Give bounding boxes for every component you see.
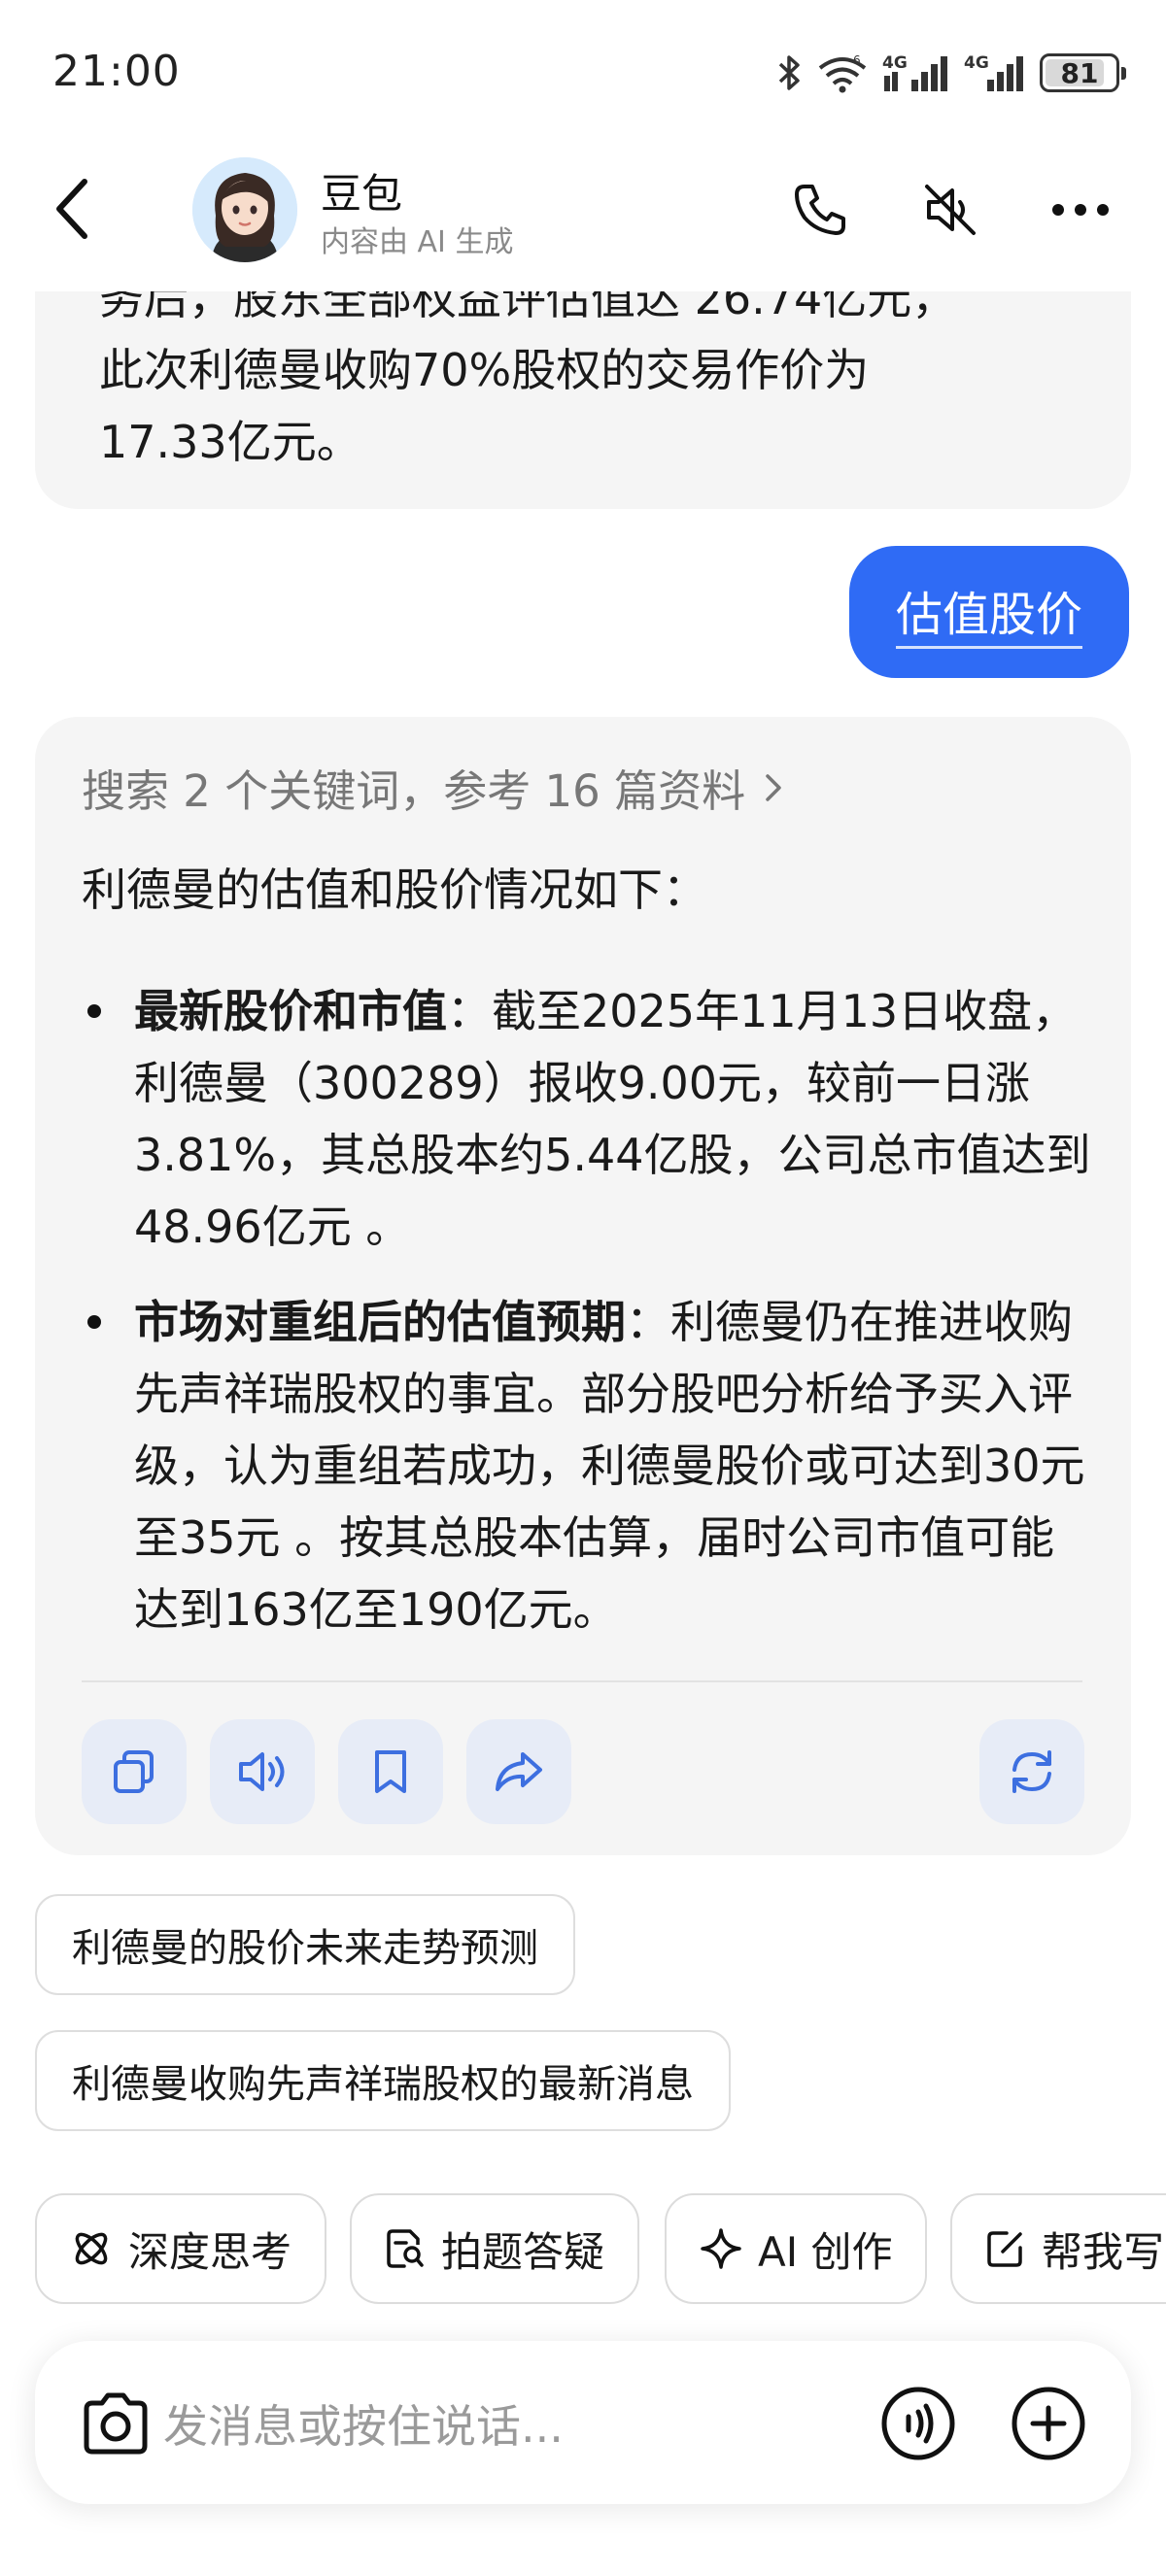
avatar[interactable] bbox=[192, 157, 297, 262]
tool-photo-question[interactable]: 拍题答疑 bbox=[350, 2193, 640, 2304]
regenerate-button[interactable] bbox=[979, 1719, 1084, 1824]
chat-title: 豆包 bbox=[321, 170, 403, 218]
copy-button[interactable] bbox=[82, 1719, 187, 1824]
svg-text:4G: 4G bbox=[964, 53, 989, 73]
sparkle-icon bbox=[701, 2228, 741, 2269]
reply-intro: 利德曼的估值和股价情况如下： bbox=[82, 864, 707, 916]
search-reference-link[interactable]: 搜索 2 个关键词，参考 16 篇资料 bbox=[82, 756, 784, 819]
suggested-question[interactable]: 利德曼的股价未来走势预测 bbox=[35, 1894, 575, 1995]
mute-icon bbox=[925, 185, 976, 235]
list-item: 最新股价和市值：截至2025年11月13日收盘，利德曼（300289）报收9.0… bbox=[82, 975, 1092, 1263]
user-message-bubble[interactable]: 估值股价 bbox=[848, 546, 1129, 678]
mute-button[interactable] bbox=[913, 173, 987, 247]
tool-label: 拍题答疑 bbox=[441, 2227, 605, 2276]
share-button[interactable] bbox=[466, 1719, 571, 1824]
previous-message-line: 此次利德曼收购70%股权的交易作价为 bbox=[99, 344, 870, 396]
chat-header: 豆包 内容由 AI 生成 bbox=[0, 146, 1166, 291]
tool-ai-create[interactable]: AI 创作 bbox=[665, 2193, 928, 2304]
suggested-question[interactable]: 利德曼收购先声祥瑞股权的最新消息 bbox=[35, 2030, 731, 2131]
status-icons: 6 4G 4G 81 bbox=[777, 51, 1126, 95]
battery-level: 81 bbox=[1060, 56, 1099, 89]
edit-icon bbox=[987, 2231, 1022, 2267]
chevron-right-icon bbox=[766, 773, 781, 801]
photo-search-icon bbox=[387, 2229, 424, 2268]
bookmark-button[interactable] bbox=[338, 1719, 443, 1824]
speaker-icon bbox=[239, 1752, 285, 1791]
call-button[interactable] bbox=[783, 173, 857, 247]
bluetooth-icon bbox=[778, 55, 800, 90]
more-button[interactable] bbox=[1044, 173, 1117, 247]
tool-deep-thinking[interactable]: 深度思考 bbox=[35, 2193, 327, 2304]
tool-help-write[interactable]: 帮我写 bbox=[950, 2193, 1166, 2304]
search-reference-text: 搜索 2 个关键词，参考 16 篇资料 bbox=[82, 765, 746, 817]
back-button[interactable] bbox=[39, 175, 107, 243]
camera-icon bbox=[84, 2392, 148, 2455]
previous-message-line: 17.33亿元。 bbox=[99, 416, 361, 468]
battery-icon: 81 bbox=[1040, 53, 1126, 92]
plus-icon bbox=[1012, 2387, 1085, 2460]
status-bar: 21:00 6 4G 4G 81 bbox=[0, 0, 1166, 146]
tool-label: 深度思考 bbox=[128, 2227, 292, 2276]
atom-icon bbox=[75, 2232, 108, 2265]
suggested-question-text: 利德曼收购先声祥瑞股权的最新消息 bbox=[72, 2062, 694, 2107]
previous-message-text: 务后，股东全部权益评估值达 26.74亿元， 此次利德曼收购70%股权的交易作价… bbox=[99, 262, 1090, 478]
regenerate-icon bbox=[1012, 1750, 1051, 1793]
status-time: 21:00 bbox=[52, 47, 181, 96]
svg-text:4G: 4G bbox=[882, 53, 908, 73]
suggested-question-text: 利德曼的股价未来走势预测 bbox=[72, 1926, 538, 1971]
camera-button[interactable] bbox=[74, 2382, 157, 2465]
tool-label: 帮我写 bbox=[1042, 2227, 1165, 2276]
list-item: 市场对重组后的估值预期：利德曼仍在推进收购先声祥瑞股权的事宜。部分股吧分析给予买… bbox=[82, 1286, 1092, 1645]
message-input[interactable]: 发消息或按住说话... bbox=[163, 2391, 564, 2456]
signal-4g-icon: 4G bbox=[964, 53, 1023, 91]
back-icon bbox=[56, 179, 87, 239]
chat-subtitle: 内容由 AI 生成 bbox=[321, 225, 514, 259]
avatar-image bbox=[192, 157, 297, 262]
bookmark-icon bbox=[375, 1750, 406, 1793]
plus-button[interactable] bbox=[1007, 2382, 1090, 2465]
voice-wave-icon bbox=[881, 2387, 955, 2460]
read-aloud-button[interactable] bbox=[210, 1719, 315, 1824]
list-item-heading: 市场对重组后的估值预期 bbox=[134, 1296, 626, 1348]
phone-icon bbox=[795, 185, 845, 235]
copy-icon bbox=[114, 1750, 154, 1793]
reply-list: 最新股价和市值：截至2025年11月13日收盘，利德曼（300289）报收9.0… bbox=[82, 975, 1092, 1669]
reply-divider bbox=[82, 1680, 1082, 1682]
user-message-text: 估值股价 bbox=[895, 576, 1082, 649]
more-icon bbox=[1052, 204, 1109, 216]
tool-label: AI 创作 bbox=[758, 2227, 893, 2276]
list-item-heading: 最新股价和市值 bbox=[134, 985, 447, 1037]
share-icon bbox=[496, 1752, 542, 1791]
wifi-icon: 6 bbox=[818, 53, 867, 93]
voice-button[interactable] bbox=[876, 2382, 960, 2465]
signal-4g-icon: 4G bbox=[882, 53, 947, 91]
